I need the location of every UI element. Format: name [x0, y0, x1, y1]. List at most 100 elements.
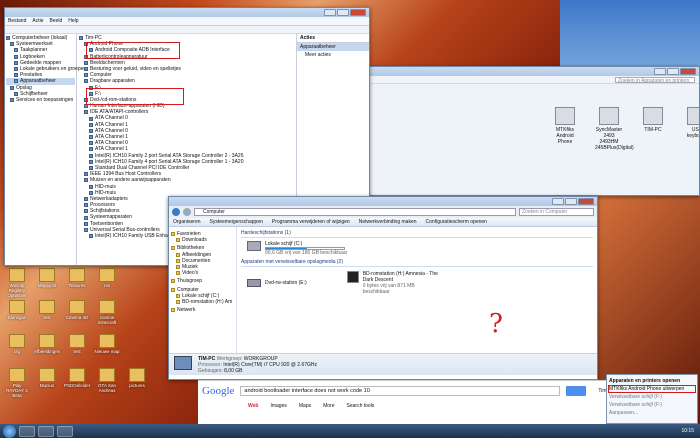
- desktop-icon[interactable]: Textures: [64, 268, 90, 288]
- actions-title: Acties: [297, 34, 369, 43]
- back-icon[interactable]: [172, 208, 180, 216]
- folder-icon: [176, 293, 180, 298]
- toolbar-item[interactable]: Netwerkverbinding maken: [359, 219, 417, 225]
- tray-menu-item[interactable]: Aanpassen...: [609, 409, 695, 417]
- devices-window: Zoeken in Apparaten en printers MTKfiks …: [360, 66, 700, 196]
- node-icon: [10, 97, 14, 102]
- search-button[interactable]: [566, 386, 587, 396]
- desktop-icon[interactable]: Afbeeldingen: [34, 334, 60, 354]
- folder-icon: [99, 268, 115, 282]
- forward-icon[interactable]: [183, 208, 191, 216]
- desktop-icon[interactable]: WinOlp Registry Optimizer: [4, 268, 30, 298]
- google-tab[interactable]: Maps: [299, 403, 311, 409]
- taskbar: 10:15: [0, 424, 700, 438]
- node-icon: [14, 73, 18, 78]
- folder-icon: [9, 334, 25, 348]
- google-tab[interactable]: Web: [248, 403, 258, 409]
- close-button[interactable]: [578, 198, 594, 205]
- folder-icon: [39, 300, 55, 314]
- folder-icon: [9, 300, 25, 314]
- tray-menu-item[interactable]: Verwisselbare schijf (F:): [609, 401, 695, 409]
- desktop-icon[interactable]: cfg: [4, 334, 30, 354]
- desktop-icon[interactable]: pictures: [124, 368, 150, 388]
- google-tab[interactable]: More: [323, 403, 334, 409]
- folder-icon: [99, 300, 115, 314]
- device-icon: [84, 79, 88, 84]
- toolbar-item[interactable]: Systeemeigenschappen: [210, 219, 263, 225]
- tray-menu-item[interactable]: Apparaten en printers openen: [609, 377, 695, 385]
- desktop-icon[interactable]: Mappy32: [34, 268, 60, 288]
- devices-search-input[interactable]: Zoeken in Apparaten en printers: [615, 77, 695, 84]
- disk-c[interactable]: Lokale schijf (C:) 90,6 GB vrij van 186 …: [247, 241, 593, 256]
- toolbar-item[interactable]: Organiseren: [173, 219, 201, 225]
- nav-item[interactable]: Downloads: [171, 237, 234, 243]
- device-item[interactable]: SyncMaster 2493 2493HM 245BPlus(Digital): [595, 107, 634, 151]
- desktop-icon[interactable]: Mucius: [34, 368, 60, 388]
- folder-icon: [171, 246, 175, 251]
- desktop-icon[interactable]: test: [34, 300, 60, 320]
- folder-icon: [69, 368, 85, 382]
- close-button[interactable]: [680, 68, 696, 75]
- details-pane: TIM-PC Werkgroep: WORKGROUP Processor: I…: [169, 353, 597, 375]
- desktop-icon[interactable]: zombie minecraft: [94, 300, 120, 325]
- nav-item[interactable]: BD-romstation (H:) Am: [171, 299, 234, 305]
- devices-titlebar: [361, 67, 699, 76]
- folder-icon: [99, 368, 115, 382]
- device-icon: [89, 234, 93, 239]
- bd-drive[interactable]: BD-romstation (H:) Amnesia - The Dark De…: [346, 271, 443, 295]
- folder-icon: [176, 271, 180, 276]
- desktop-icon[interactable]: Samsgun: [4, 300, 30, 320]
- nav-item[interactable]: Thuisgroep: [171, 278, 234, 284]
- actions-sub[interactable]: Apparaatbeheer: [297, 43, 369, 51]
- toolbar-item[interactable]: Programma verwijderen of wijzigen: [272, 219, 350, 225]
- left-item[interactable]: Services en toepassingen: [6, 97, 75, 103]
- tray-menu-item[interactable]: Verwisselbare schijf (F:): [609, 393, 695, 401]
- folder-icon: [176, 258, 180, 263]
- explorer-search-input[interactable]: Zoeken in Computer: [519, 208, 594, 216]
- taskbar-btn-explorer[interactable]: [19, 425, 35, 437]
- device-icon: [89, 190, 93, 195]
- menu-3[interactable]: Help: [68, 18, 78, 24]
- device-icon: [89, 116, 93, 121]
- nav-item[interactable]: Netwerk: [171, 307, 234, 313]
- node-icon: [14, 91, 18, 96]
- desktop-icon[interactable]: test: [64, 334, 90, 354]
- folder-icon: [171, 308, 175, 313]
- folder-icon: [9, 368, 25, 382]
- device-icon: [84, 178, 88, 183]
- clock: 10:15: [681, 428, 694, 434]
- tray-popup: Apparaten en printers openen MTKfiks Andr…: [606, 374, 698, 424]
- folder-icon: [129, 368, 145, 382]
- device-icon: [89, 128, 93, 133]
- dvd-drive[interactable]: Dvd-rw-station (E:): [247, 271, 307, 295]
- desktop-icon[interactable]: Play RAYDAY 2 Beta: [4, 368, 30, 398]
- desktop-icon[interactable]: PSDGeleider: [64, 368, 90, 388]
- device-item[interactable]: USB keyboard: [683, 107, 699, 151]
- device-icon: [84, 60, 88, 65]
- address-bar[interactable]: Computer: [194, 208, 516, 216]
- device-item[interactable]: MTKfiks Android Phone: [551, 107, 579, 151]
- desktop-icon[interactable]: Cinema 4D: [64, 300, 90, 320]
- desktop-icon[interactable]: Nieuwe map: [94, 334, 120, 354]
- desktop-icon[interactable]: r4s: [94, 268, 120, 288]
- close-button[interactable]: [350, 9, 366, 16]
- toolbar-item[interactable]: Configuratiescherm openen: [426, 219, 487, 225]
- google-tab[interactable]: Search tools: [347, 403, 375, 409]
- more-actions[interactable]: Meer acties: [297, 51, 369, 59]
- nav-item[interactable]: Video's: [171, 270, 234, 276]
- device-icon: [84, 67, 88, 72]
- taskbar-btn-browser[interactable]: [38, 425, 54, 437]
- device-icon: [89, 184, 93, 189]
- menu-0[interactable]: Bestand: [8, 18, 26, 24]
- group-hdd: Hardeschijfstations (1): [241, 230, 593, 238]
- device-item[interactable]: TIM-PC: [639, 107, 667, 151]
- node-icon: [10, 42, 14, 47]
- google-search-input[interactable]: android bootloader interface does not wo…: [240, 386, 561, 396]
- desktop-icon[interactable]: GTA San Andreas: [94, 368, 120, 393]
- google-tab[interactable]: Images: [270, 403, 286, 409]
- start-button[interactable]: [3, 424, 16, 438]
- taskbar-btn-media[interactable]: [57, 425, 73, 437]
- device-icon: [89, 122, 93, 127]
- menu-1[interactable]: Actie: [32, 18, 43, 24]
- menu-2[interactable]: Beeld: [49, 18, 62, 24]
